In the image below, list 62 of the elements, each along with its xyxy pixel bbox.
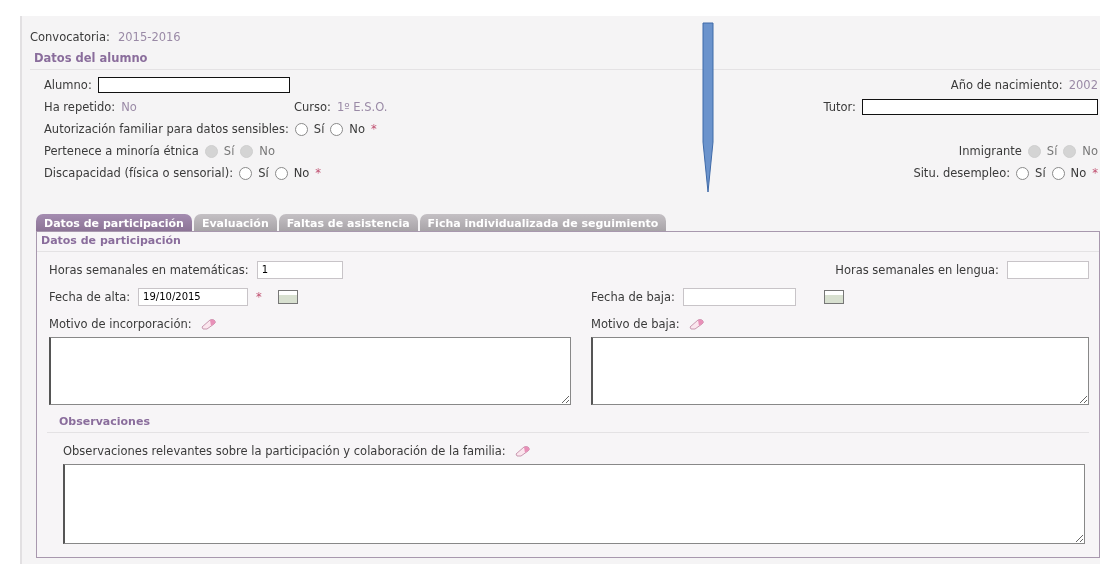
eraser-icon[interactable] [687,317,706,330]
reason-left-label: Motivo de baja: [591,316,680,331]
option-label: Sí [313,122,325,136]
question-label: Autorización familiar para datos sensibles: [44,122,289,136]
repeated-label: Ha repetido: [44,100,116,114]
required-mark: * [370,122,377,136]
eraser-icon[interactable] [199,317,218,330]
option-label: Sí [258,166,269,180]
tab[interactable]: Evaluación [193,214,277,231]
reason-joined-field[interactable] [49,337,571,405]
hours-language-label: Horas semanales en lengua: [835,262,999,277]
required-mark: * [1092,166,1098,180]
tab[interactable]: Faltas de asistencia [278,214,418,231]
hours-math-label: Horas semanales en matemáticas: [49,262,249,277]
question-label: Situ. desempleo: [913,166,1011,180]
student-label: Alumno: [44,78,92,92]
option-label: Sí [1035,166,1046,180]
question-label: Inmigrante [958,144,1022,158]
tutor-label: Tutor: [823,100,856,114]
observations-label: Observaciones relevantes sobre la participación y colaboración de la familia: [63,443,506,458]
end-date-label: Fecha de baja: [591,289,675,304]
radio-button[interactable] [1016,166,1030,180]
reason-joined-label: Motivo de incorporación: [49,316,192,331]
observations-field[interactable] [63,464,1085,544]
end-date-field[interactable] [682,287,796,306]
eraser-icon[interactable] [513,444,532,457]
birth-year-label: Año de nacimiento: [950,78,1063,92]
tutor-field[interactable] [862,99,1098,115]
panel-title: Datos de participación [37,232,1099,252]
calendar-button[interactable] [277,289,298,304]
option-label: No [349,122,365,136]
question-label: Discapacidad (física o sensorial): [44,166,234,180]
start-date-label: Fecha de alta: [49,289,131,304]
radio-button[interactable] [239,166,253,180]
option-label: No [1082,144,1098,158]
course-label: Curso: [294,100,331,114]
option-label: No [259,144,275,158]
required-mark: * [315,166,321,180]
convocatoria-value: 2015-2016 [117,29,181,44]
option-label: Sí [223,144,235,158]
convocatoria-label: Convocatoria: [30,29,110,44]
start-date-field[interactable]: 19/10/2015 [138,287,249,306]
tab[interactable]: Ficha individualizada de seguimiento [419,214,667,231]
option-label: No [1070,166,1087,180]
student-field[interactable] [97,77,290,93]
question-label: Pertenece a minoría étnica [44,144,199,158]
required-mark: * [256,289,262,304]
calendar-button[interactable] [823,289,844,304]
hours-language-field[interactable] [1007,260,1089,279]
option-label: Sí [1046,144,1058,158]
radio-button[interactable] [294,122,308,136]
birth-year-value: 2002 [1068,78,1098,92]
reason-left-field[interactable] [591,337,1089,405]
observations-title: Observaciones [47,405,1089,433]
radio-button[interactable] [1051,166,1065,180]
hours-math-field[interactable]: 1 [256,260,343,279]
tab[interactable]: Datos de participación [36,214,192,231]
course-value: 1º E.S.O. [336,100,388,114]
option-label: No [293,166,310,180]
repeated-value: No [121,100,137,114]
radio-button[interactable] [330,122,344,136]
radio-button[interactable] [274,166,288,180]
